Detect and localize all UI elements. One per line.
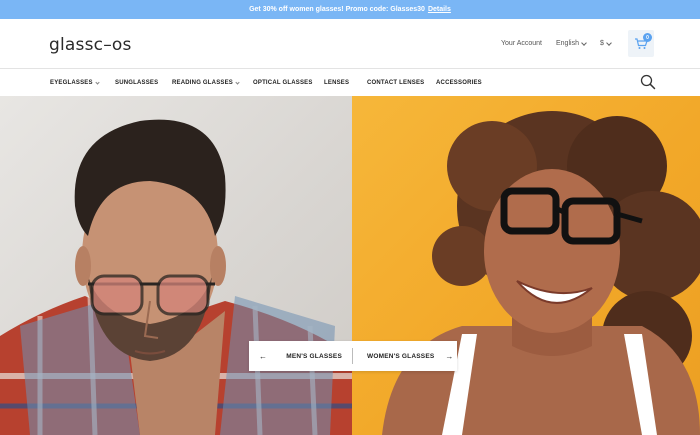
currency-label: $: [600, 40, 604, 47]
search-icon: [640, 74, 656, 90]
main-nav: EYEGLASSES SUNGLASSES READING GLASSES OP…: [0, 70, 700, 96]
search-button[interactable]: [640, 74, 656, 90]
nav-item-reading-glasses[interactable]: READING GLASSES: [172, 79, 240, 86]
nav-item-lenses[interactable]: LENSES: [324, 80, 349, 86]
your-account-label: Your Account: [501, 40, 542, 47]
cart-button[interactable]: 0: [628, 30, 654, 57]
nav-item-label: CONTACT LENSES: [367, 80, 425, 86]
arrow-left-icon: ←: [259, 351, 268, 361]
mens-glasses-button[interactable]: ← MEN'S GLASSES: [249, 341, 352, 371]
promo-text: Get 30% off women glasses! Promo code: G…: [249, 6, 425, 13]
promo-details-link[interactable]: Details: [428, 6, 451, 13]
nav-item-eyeglasses[interactable]: EYEGLASSES: [50, 79, 100, 86]
promo-bar: Get 30% off women glasses! Promo code: G…: [0, 0, 700, 19]
hero-category-switcher: ← MEN'S GLASSES WOMEN'S GLASSES →: [249, 341, 457, 371]
currency-selector[interactable]: $: [600, 39, 612, 47]
cart-count-badge: 0: [643, 33, 652, 42]
chevron-down-icon: [606, 39, 612, 46]
nav-item-label: EYEGLASSES: [50, 80, 93, 86]
arrow-right-icon: →: [445, 351, 454, 361]
your-account-link[interactable]: Your Account: [501, 40, 542, 47]
hero-banner: ← MEN'S GLASSES WOMEN'S GLASSES →: [0, 96, 700, 435]
man-with-glasses-photo: [0, 119, 352, 435]
woman-with-glasses-photo: [382, 111, 700, 435]
womens-glasses-button[interactable]: WOMEN'S GLASSES →: [353, 341, 457, 371]
chevron-down-icon: [581, 39, 587, 46]
site-logo[interactable]: glassc–os: [49, 35, 132, 55]
nav-item-sunglasses[interactable]: SUNGLASSES: [115, 80, 158, 86]
nav-item-label: ACCESSORIES: [436, 80, 482, 86]
chevron-down-icon: [235, 79, 240, 85]
mens-glasses-label: MEN'S GLASSES: [286, 352, 342, 360]
nav-item-contact-lenses[interactable]: CONTACT LENSES: [367, 80, 424, 86]
chevron-down-icon: [95, 79, 100, 85]
nav-item-label: READING GLASSES: [172, 80, 234, 86]
nav-item-label: LENSES: [324, 80, 350, 86]
hero-women-image[interactable]: [352, 96, 700, 435]
hero-men-image[interactable]: [0, 96, 352, 435]
nav-item-accessories[interactable]: ACCESSORIES: [436, 80, 482, 86]
nav-item-label: SUNGLASSES: [115, 80, 159, 86]
language-label: English: [556, 40, 579, 47]
site-header: glassc–os Your Account English $ 0: [0, 19, 700, 69]
nav-item-optical-glasses[interactable]: OPTICAL GLASSES: [253, 80, 313, 86]
nav-item-label: OPTICAL GLASSES: [253, 80, 313, 86]
womens-glasses-label: WOMEN'S GLASSES: [367, 352, 435, 360]
language-selector[interactable]: English: [556, 39, 587, 47]
